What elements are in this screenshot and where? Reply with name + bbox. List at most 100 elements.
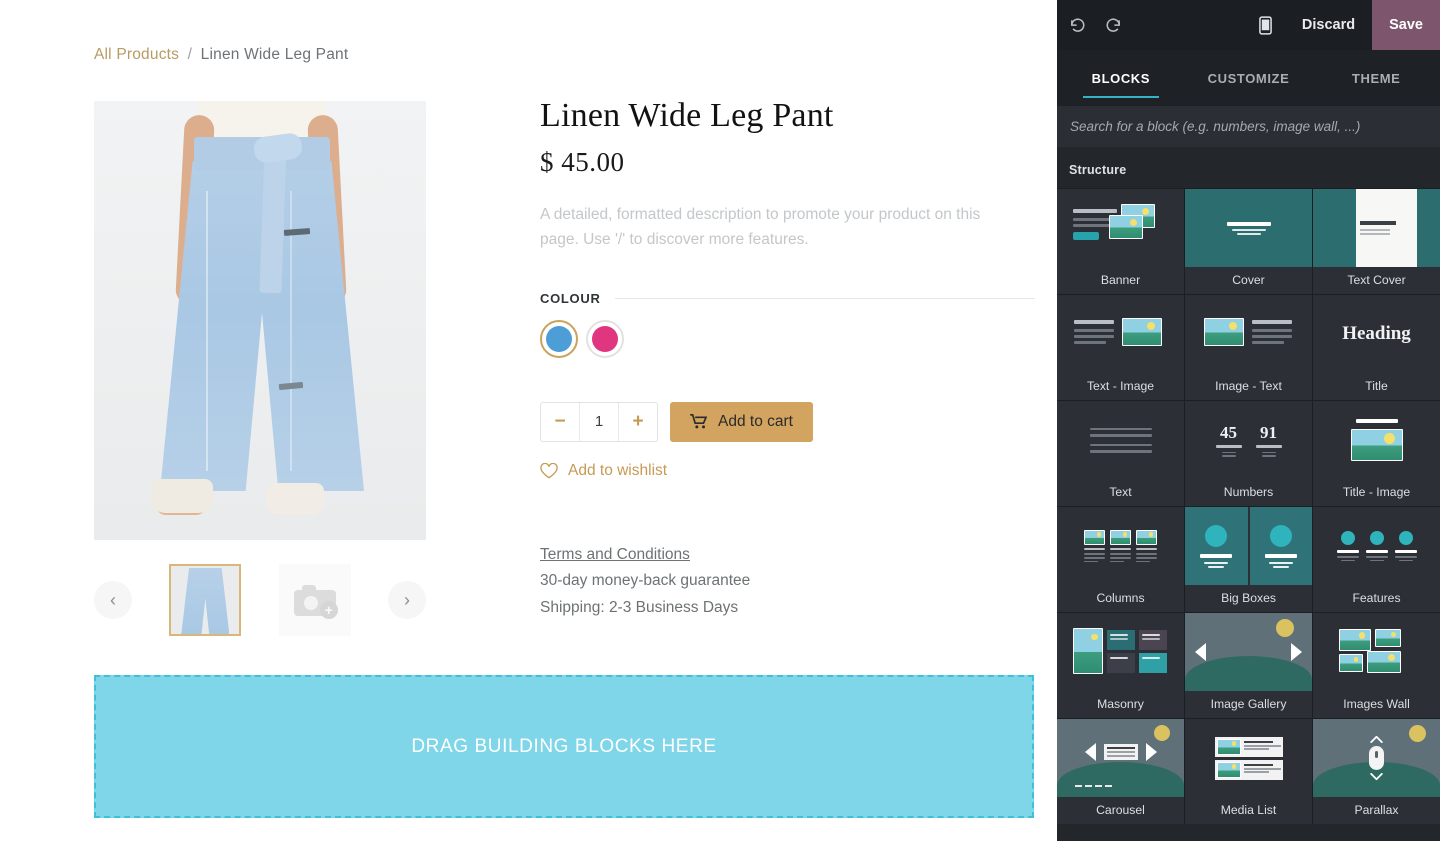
tab-blocks[interactable]: BLOCKS — [1057, 50, 1185, 106]
product-main-image[interactable] — [94, 101, 426, 540]
carousel-next-icon — [1291, 643, 1302, 661]
block-label: Title - Image — [1313, 479, 1440, 506]
colour-swatches — [540, 319, 1035, 358]
blocks-panel: Structure Banner Cover Text Cover Text -… — [1057, 147, 1440, 841]
discard-button[interactable]: Discard — [1285, 0, 1372, 50]
photo-sandal-right — [266, 483, 324, 515]
purchase-row: − + Add to cart — [540, 401, 1035, 442]
block-big-boxes[interactable]: Big Boxes — [1185, 507, 1312, 612]
block-thumbnail: 45 91 — [1185, 401, 1312, 479]
carousel-next-icon — [1145, 742, 1157, 761]
editor-sidebar: Discard Save BLOCKS CUSTOMIZE THEME Stru… — [1057, 0, 1440, 841]
block-thumbnail — [1057, 401, 1184, 479]
block-thumbnail — [1057, 719, 1184, 797]
block-label: Text — [1057, 479, 1184, 506]
swatch-colour-dot — [592, 325, 618, 352]
redo-button[interactable] — [1095, 0, 1133, 50]
add-to-cart-label: Add to cart — [718, 412, 793, 430]
block-text[interactable]: Text — [1057, 401, 1184, 506]
chevron-up-icon — [1370, 735, 1383, 743]
block-label: Parallax — [1313, 797, 1440, 824]
block-image-text[interactable]: Image - Text — [1185, 295, 1312, 400]
swatch-colour-dot — [546, 325, 572, 352]
terms-and-conditions-link[interactable]: Terms and Conditions — [540, 546, 690, 563]
drag-drop-zone[interactable]: DRAG BUILDING BLOCKS HERE — [94, 675, 1034, 818]
editor-tabs: BLOCKS CUSTOMIZE THEME — [1057, 50, 1440, 106]
colour-label: COLOUR — [540, 290, 601, 306]
block-text-image[interactable]: Text - Image — [1057, 295, 1184, 400]
add-to-cart-button[interactable]: Add to cart — [670, 401, 813, 442]
block-thumbnail — [1057, 613, 1184, 691]
block-label: Media List — [1185, 797, 1312, 824]
block-sample-number: 45 — [1220, 423, 1237, 443]
breadcrumb-current: Linen Wide Leg Pant — [200, 46, 349, 63]
gallery-thumbnail-1[interactable] — [169, 564, 242, 636]
block-media-list[interactable]: Media List — [1185, 719, 1312, 824]
chevron-left-icon: ‹ — [110, 590, 116, 610]
quantity-increase-button[interactable]: + — [619, 403, 657, 441]
block-numbers[interactable]: 45 91 Numbers — [1185, 401, 1312, 506]
block-columns[interactable]: Columns — [1057, 507, 1184, 612]
block-label: Numbers — [1185, 479, 1312, 506]
block-label: Image - Text — [1185, 373, 1312, 400]
colour-swatch-pink[interactable] — [586, 319, 624, 358]
block-thumbnail — [1185, 719, 1312, 797]
block-parallax[interactable]: Parallax — [1313, 719, 1440, 824]
block-thumbnail — [1313, 719, 1440, 797]
blocks-grid: Banner Cover Text Cover Text - Image Ima… — [1057, 188, 1440, 824]
undo-button[interactable] — [1057, 0, 1095, 50]
wishlist-label: Add to wishlist — [568, 461, 668, 479]
gallery-prev-button[interactable]: ‹ — [94, 581, 132, 619]
block-features[interactable]: Features — [1313, 507, 1440, 612]
block-label: Features — [1313, 585, 1440, 612]
mobile-preview-button[interactable] — [1247, 0, 1285, 50]
tab-theme[interactable]: THEME — [1312, 50, 1440, 106]
breadcrumb: All Products / Linen Wide Leg Pant — [94, 46, 348, 64]
block-thumbnail — [1313, 613, 1440, 691]
quantity-stepper: − + — [540, 401, 658, 442]
mobile-device-icon — [1259, 15, 1273, 35]
quantity-decrease-button[interactable]: − — [541, 403, 579, 441]
gallery-next-button[interactable]: › — [387, 581, 426, 619]
tab-customize[interactable]: CUSTOMIZE — [1185, 50, 1313, 106]
product-price: $ 45.00 — [540, 147, 625, 178]
product-gallery — [94, 101, 426, 540]
undo-icon — [1070, 17, 1084, 32]
block-search-input[interactable] — [1057, 119, 1440, 134]
app-root: All Products / Linen Wide Leg Pant ‹ + ›… — [0, 0, 1440, 841]
block-images-wall[interactable]: Images Wall — [1313, 613, 1440, 718]
block-title-image[interactable]: Title - Image — [1313, 401, 1440, 506]
breadcrumb-all-products[interactable]: All Products — [94, 46, 179, 63]
website-preview: All Products / Linen Wide Leg Pant ‹ + ›… — [0, 0, 1057, 841]
carousel-prev-icon — [1084, 742, 1096, 761]
breadcrumb-separator: / — [187, 46, 193, 63]
thumbnail-photo — [171, 566, 240, 634]
gallery-add-image-button[interactable]: + — [278, 564, 351, 636]
product-info: Linen Wide Leg Pant $ 45.00 A detailed, … — [540, 96, 1035, 622]
save-button[interactable]: Save — [1372, 0, 1440, 50]
block-label: Columns — [1057, 585, 1184, 612]
block-label: Text - Image — [1057, 373, 1184, 400]
colour-swatch-blue[interactable] — [540, 319, 578, 358]
product-description: A detailed, formatted description to pro… — [540, 206, 981, 248]
gallery-thumbnail-strip: ‹ + › — [94, 563, 426, 637]
thumbnail-pants-shape — [181, 568, 230, 634]
block-thumbnail — [1313, 507, 1440, 585]
block-cover[interactable]: Cover — [1185, 189, 1312, 294]
block-label: Text Cover — [1313, 267, 1440, 294]
block-thumbnail — [1057, 507, 1184, 585]
add-to-wishlist-button[interactable]: Add to wishlist — [540, 462, 1035, 480]
redo-icon — [1106, 17, 1120, 32]
block-carousel[interactable]: Carousel — [1057, 719, 1184, 824]
block-image-gallery[interactable]: Image Gallery — [1185, 613, 1312, 718]
section-title-structure: Structure — [1069, 163, 1127, 177]
divider — [614, 297, 1035, 299]
block-banner[interactable]: Banner — [1057, 189, 1184, 294]
quantity-input[interactable] — [579, 402, 619, 441]
block-thumbnail — [1185, 507, 1312, 585]
block-masonry[interactable]: Masonry — [1057, 613, 1184, 718]
block-title[interactable]: Heading Title — [1313, 295, 1440, 400]
camera-plus-icon: + — [293, 584, 338, 619]
block-thumbnail — [1185, 613, 1312, 691]
block-text-cover[interactable]: Text Cover — [1313, 189, 1440, 294]
